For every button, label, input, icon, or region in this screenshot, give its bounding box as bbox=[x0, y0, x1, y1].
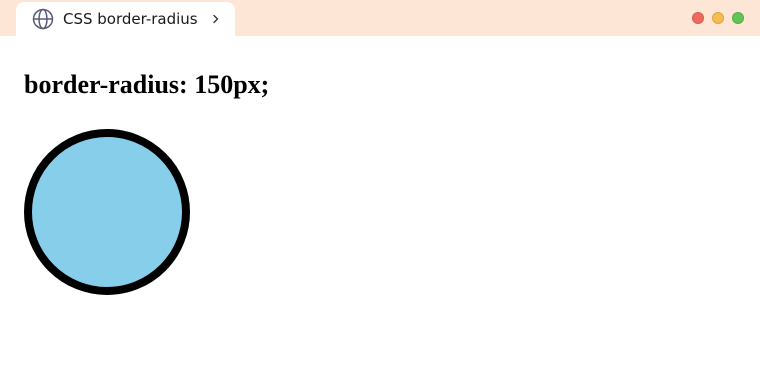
maximize-window-button[interactable] bbox=[732, 12, 744, 24]
browser-tab[interactable]: CSS border-radius bbox=[16, 2, 235, 36]
window-controls bbox=[692, 12, 744, 24]
globe-icon bbox=[31, 7, 55, 31]
page-content: border-radius: 150px; bbox=[0, 36, 760, 375]
browser-titlebar: CSS border-radius bbox=[0, 0, 760, 36]
browser-window: CSS border-radius border-radius: 150px; bbox=[0, 0, 760, 375]
close-window-button[interactable] bbox=[692, 12, 704, 24]
minimize-window-button[interactable] bbox=[712, 12, 724, 24]
chevron-right-icon[interactable] bbox=[210, 13, 222, 25]
border-radius-demo-box bbox=[24, 129, 190, 295]
tab-title: CSS border-radius bbox=[63, 10, 198, 28]
page-heading: border-radius: 150px; bbox=[24, 70, 270, 99]
